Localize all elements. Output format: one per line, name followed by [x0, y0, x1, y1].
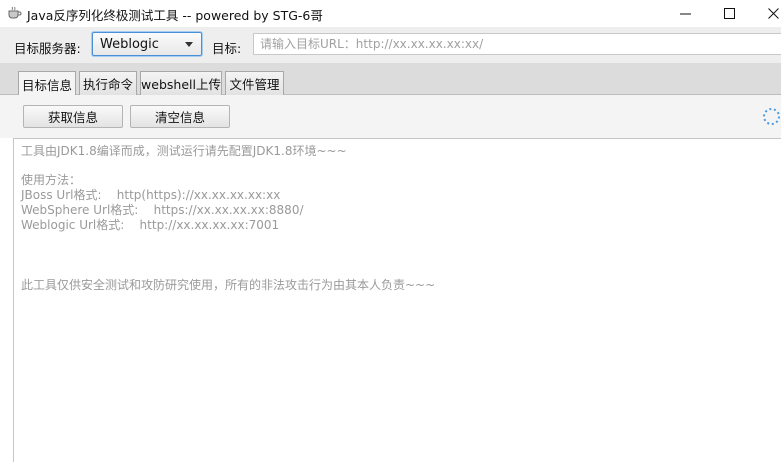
window-title: Java反序列化终极测试工具 -- powered by STG-6哥 [27, 8, 323, 23]
output-textarea[interactable]: 工具由JDK1.8编译而成，测试运行请先配置JDK1.8环境~~~ 使用方法： … [13, 138, 781, 462]
tab-file-manager[interactable]: 文件管理 [225, 71, 284, 95]
title-bar: Java反序列化终极测试工具 -- powered by STG-6哥 [0, 0, 781, 27]
maximize-button[interactable] [706, 0, 752, 27]
minimize-icon [679, 13, 691, 15]
target-url-input[interactable] [253, 33, 781, 55]
tab-exec-command[interactable]: 执行命令 [79, 71, 137, 95]
close-button[interactable] [750, 0, 781, 27]
minimize-button[interactable] [662, 0, 708, 27]
server-label: 目标服务器: [14, 41, 81, 56]
server-select[interactable]: Weblogic [92, 32, 202, 56]
tab-target-info[interactable]: 目标信息 [18, 71, 76, 96]
server-select-value: Weblogic [100, 37, 159, 52]
tab-bar: 目标信息 执行命令 webshell上传 文件管理 [0, 63, 781, 96]
target-label: 目标: [212, 41, 242, 56]
loading-spinner-icon [762, 107, 781, 126]
target-toolbar: 目标服务器: Weblogic 目标: [0, 27, 781, 63]
action-bar: 获取信息 清空信息 [0, 95, 781, 138]
maximize-icon [723, 8, 735, 19]
output-line: Weblogic Url格式: http://xx.xx.xx.xx:7001 [21, 218, 280, 232]
tab-webshell-upload[interactable]: webshell上传 [140, 71, 222, 95]
output-line: JBoss Url格式: http(https)://xx.xx.xx.xx:x… [21, 188, 281, 202]
chevron-down-icon [185, 42, 193, 47]
output-line: 此工具仅供安全测试和攻防研究使用，所有的非法攻击行为由其本人负责~~~ [21, 278, 436, 292]
get-info-button[interactable]: 获取信息 [23, 105, 123, 128]
clear-info-button[interactable]: 清空信息 [130, 105, 230, 128]
output-line: WebSphere Url格式: https://xx.xx.xx.xx:888… [21, 203, 304, 217]
output-line: 工具由JDK1.8编译而成，测试运行请先配置JDK1.8环境~~~ [21, 144, 347, 158]
close-icon [767, 8, 779, 19]
java-cup-icon [6, 6, 22, 20]
output-line: 使用方法： [21, 173, 82, 187]
